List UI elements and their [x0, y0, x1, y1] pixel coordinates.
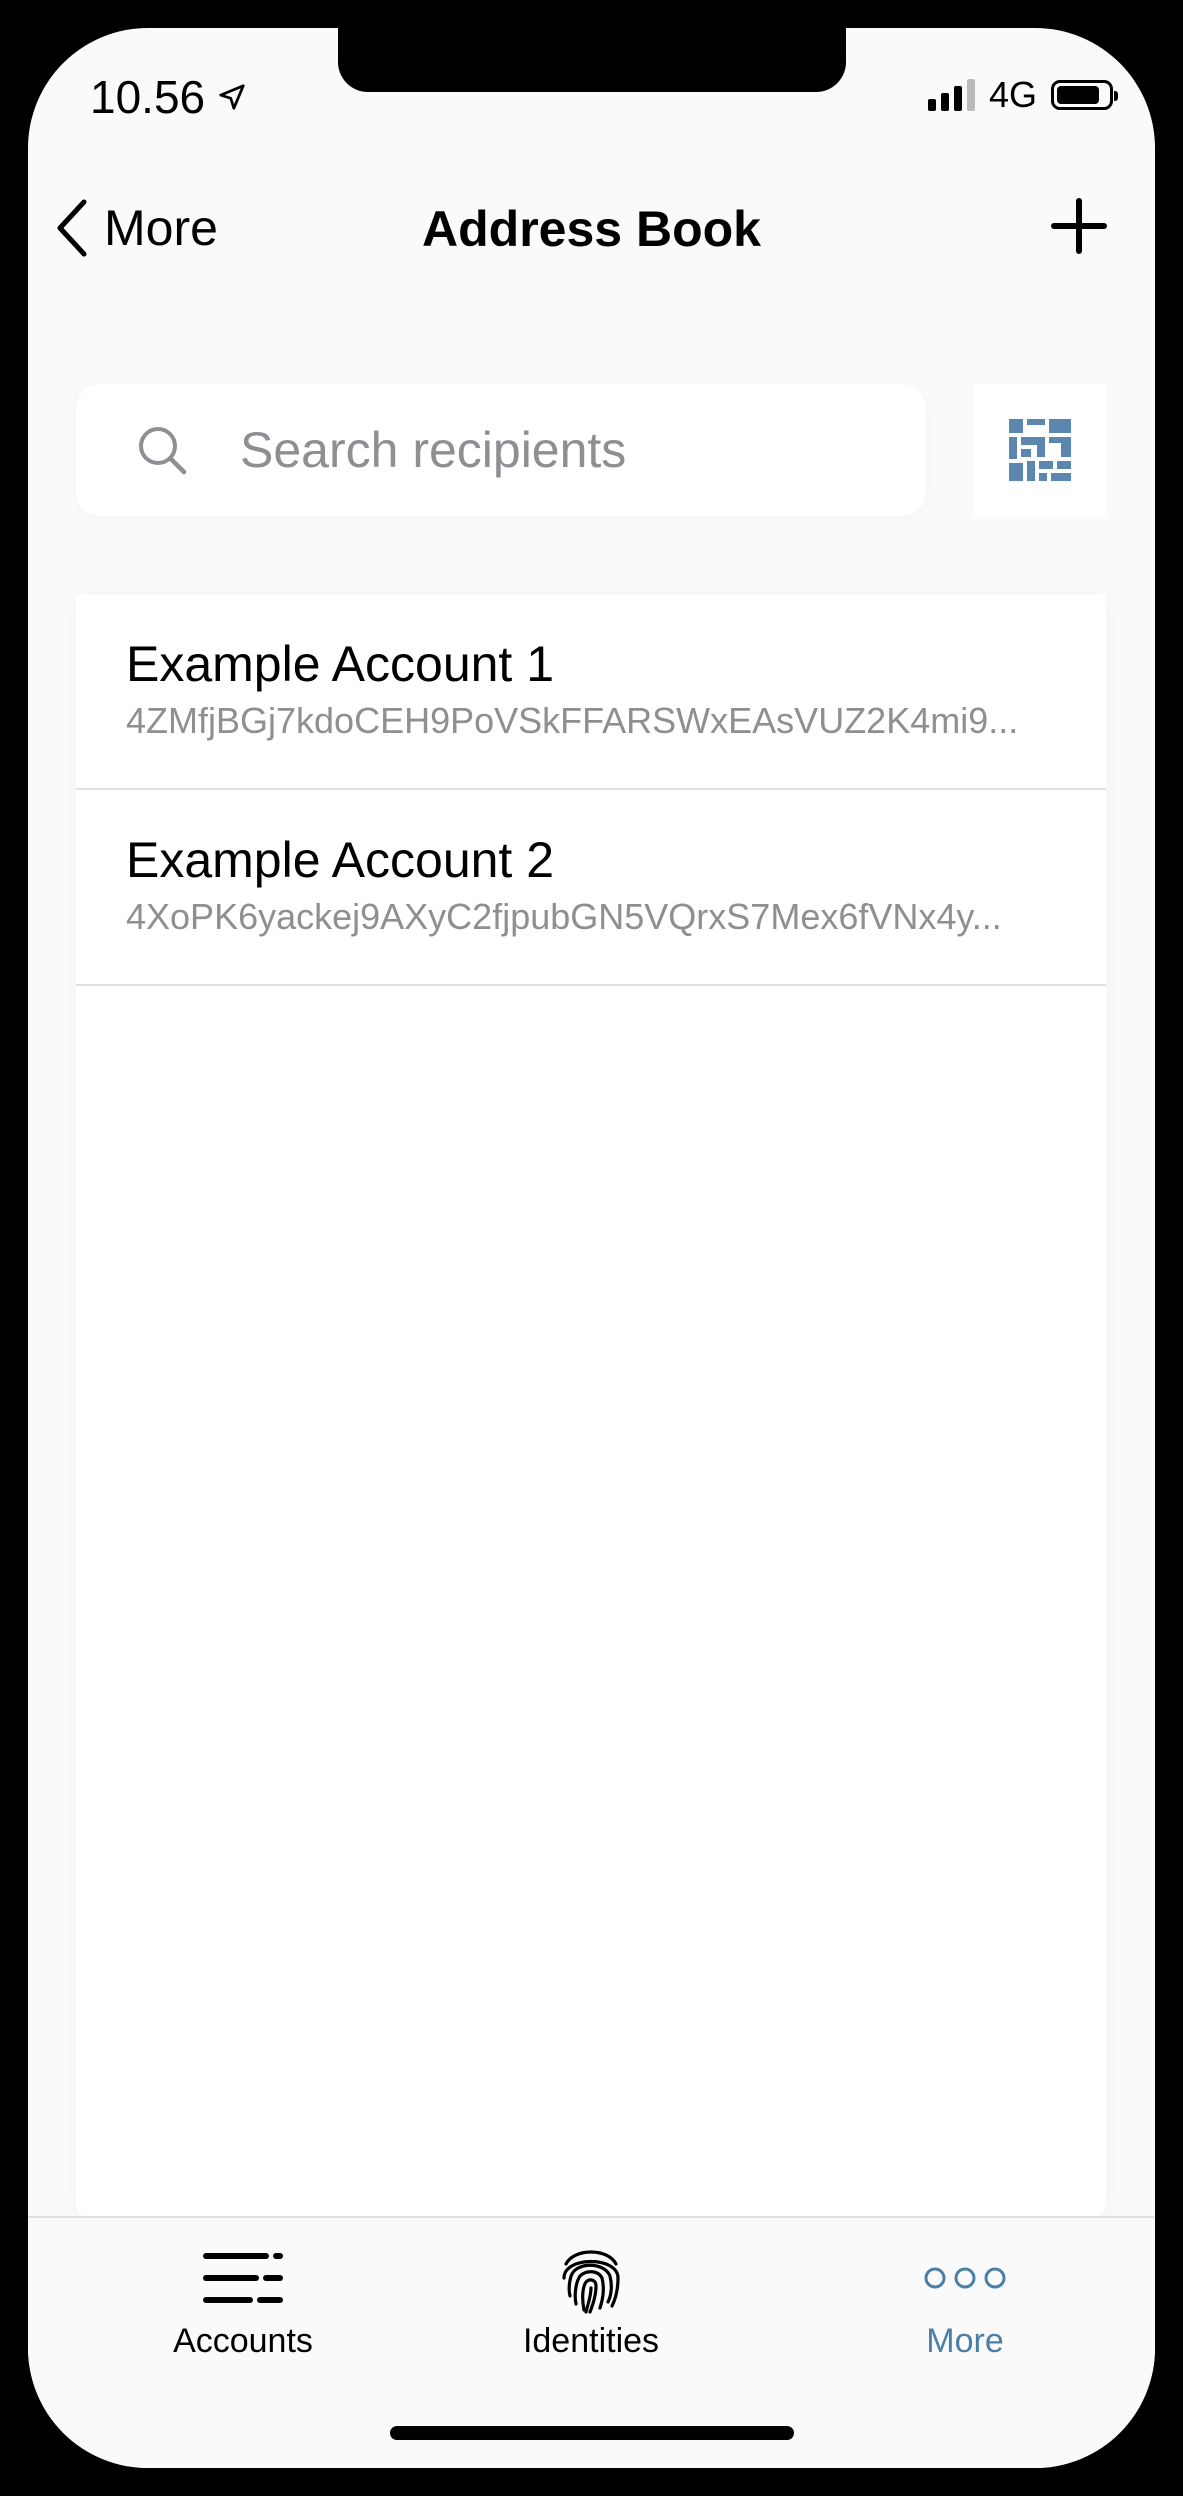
recipient-name: Example Account 1 — [126, 636, 555, 692]
search-input[interactable] — [238, 420, 882, 480]
accounts-list-icon — [203, 2253, 283, 2303]
fingerprint-icon — [562, 2250, 620, 2314]
add-recipient-button[interactable] — [1049, 196, 1109, 256]
location-arrow-icon — [219, 84, 245, 110]
scan-qr-button[interactable] — [974, 384, 1106, 516]
recipient-list-item[interactable]: Example Account 2 4XoPK6yackej9AXyC2fjpu… — [76, 790, 1106, 986]
recipient-address: 4XoPK6yackej9AXyC2fjpubGN5VQrxS7Mex6fVNx… — [126, 896, 1002, 937]
page-title: Address Book — [422, 201, 761, 257]
recipient-name: Example Account 2 — [126, 832, 555, 888]
qr-code-icon — [1009, 419, 1071, 481]
phone-screen: 10.56 4G More Address Book Search recipi… — [28, 28, 1155, 2468]
status-time-text: 10.56 — [90, 71, 206, 123]
plus-icon — [1051, 198, 1107, 254]
notch — [338, 28, 846, 92]
network-type: 4G — [988, 74, 1037, 115]
search-icon — [139, 427, 187, 475]
tab-more-label: More — [926, 2322, 1004, 2360]
status-time: 10.56 — [90, 70, 247, 124]
battery-icon — [1051, 80, 1118, 110]
signal-icon — [927, 79, 975, 111]
more-dots-icon — [924, 2267, 1006, 2289]
recipient-list: Example Account 1 4ZMfjBGj7kdoCEH9PoVSkF… — [76, 594, 1106, 2220]
tab-more[interactable]: More — [845, 2238, 1085, 2361]
recipient-address: 4ZMfjBGj7kdoCEH9PoVSkFFARSWxEAsVUZ2K4mi9… — [126, 700, 1019, 741]
recipient-list-item[interactable]: Example Account 1 4ZMfjBGj7kdoCEH9PoVSkF… — [76, 594, 1106, 790]
home-indicator[interactable] — [390, 2426, 794, 2440]
status-indicators: 4G — [927, 74, 1118, 116]
search-bar[interactable] — [76, 384, 926, 516]
tab-accounts[interactable]: Accounts — [123, 2238, 363, 2361]
tab-accounts-label: Accounts — [173, 2322, 313, 2360]
tab-identities-label: Identities — [522, 2322, 660, 2360]
tab-identities[interactable]: Identities — [471, 2238, 711, 2361]
